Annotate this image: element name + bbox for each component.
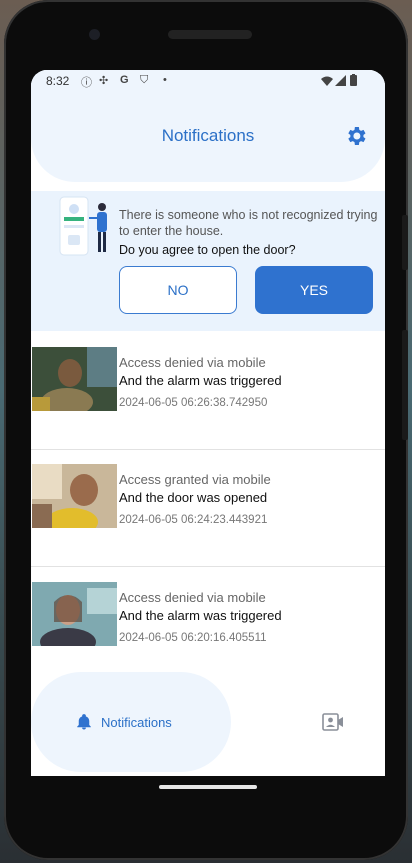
google-icon: G <box>120 74 129 86</box>
page-title: Notifications <box>161 126 255 145</box>
divider <box>31 566 385 567</box>
notification-action: And the alarm was triggered <box>119 373 282 388</box>
prompt-message: There is someone who is not recognized t… <box>119 208 378 238</box>
battery-icon <box>350 74 357 86</box>
volume-button <box>402 330 408 440</box>
status-time: 8:32 <box>46 74 70 88</box>
notification-action: And the door was opened <box>119 490 268 505</box>
status-bar: 8:32 ⓘ ✣ G ⛉ • <box>31 70 385 92</box>
power-button <box>402 215 408 270</box>
camera-snapshot <box>32 347 117 411</box>
door-prompt-card: There is someone who is not recognized t… <box>31 191 385 331</box>
notification-status: Access denied via mobile <box>119 355 266 370</box>
camera-snapshot <box>32 464 117 528</box>
no-button[interactable]: NO <box>119 266 237 314</box>
wifi-icon <box>321 76 333 86</box>
app-header: 8:32 ⓘ ✣ G ⛉ • Notifications <box>31 70 385 182</box>
phone-frame: 8:32 ⓘ ✣ G ⛉ • Notifications There is so… <box>4 0 408 860</box>
yes-button[interactable]: YES <box>255 266 373 314</box>
prompt-question: Do you agree to open the door? <box>119 243 296 257</box>
bottom-navigation: Notifications <box>31 668 385 776</box>
list-item[interactable]: Access denied via mobile And the alarm w… <box>31 334 385 450</box>
gear-icon[interactable] <box>344 124 368 148</box>
shield-icon: ⛉ <box>140 74 149 86</box>
earpiece-speaker <box>168 30 252 39</box>
camera-snapshot <box>32 582 117 646</box>
signal-icon <box>335 75 346 86</box>
notification-timestamp: 2024-06-05 06:26:38.742950 <box>119 397 268 409</box>
list-item[interactable]: Access granted via mobile And the door w… <box>31 451 385 567</box>
bell-icon[interactable] <box>75 713 93 731</box>
front-camera <box>89 29 100 40</box>
info-icon: ⓘ <box>81 77 92 89</box>
notification-timestamp: 2024-06-05 06:20:16.405511 <box>119 632 267 644</box>
notification-action: And the alarm was triggered <box>119 608 282 623</box>
dot-icon: • <box>163 74 167 86</box>
home-indicator[interactable] <box>159 785 257 789</box>
notification-status: Access denied via mobile <box>119 590 266 605</box>
notification-timestamp: 2024-06-05 06:24:23.443921 <box>119 514 268 526</box>
fan-icon: ✣ <box>99 75 109 87</box>
divider <box>31 449 385 450</box>
phone-security-illustration <box>59 196 107 256</box>
notification-status: Access granted via mobile <box>119 472 271 487</box>
video-contact-icon[interactable] <box>322 713 344 731</box>
app-screen: 8:32 ⓘ ✣ G ⛉ • Notifications There is so… <box>31 70 385 776</box>
nav-label-notifications[interactable]: Notifications <box>101 715 172 730</box>
